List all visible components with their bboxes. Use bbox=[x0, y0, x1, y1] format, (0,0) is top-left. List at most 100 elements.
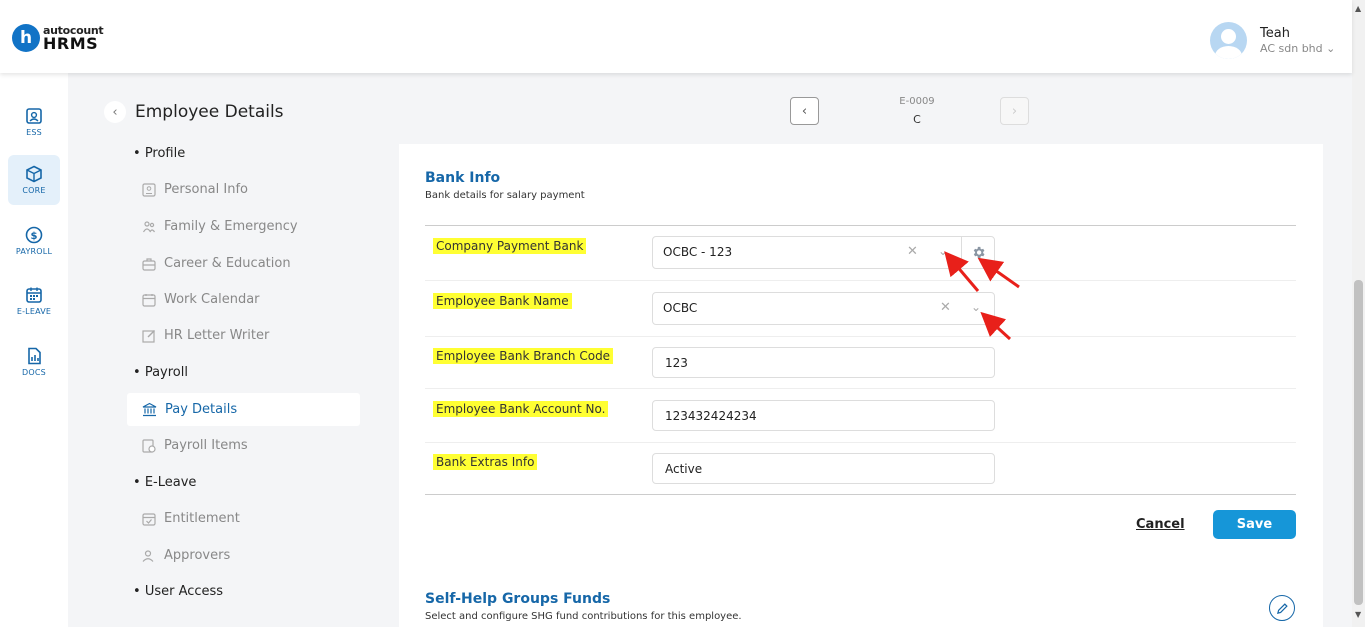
calendar-icon bbox=[26, 287, 42, 303]
edit-document-icon bbox=[142, 329, 155, 343]
nav-ess[interactable]: ESS bbox=[8, 97, 60, 147]
bank-info-card: Bank Info Bank details for salary paymen… bbox=[399, 144, 1323, 627]
employee-bank-name-select[interactable]: OCBC ✕ ⌄ bbox=[652, 292, 995, 325]
section-subtitle: Bank details for salary payment bbox=[425, 190, 585, 201]
branch-code-label: Employee Bank Branch Code bbox=[433, 348, 614, 364]
nav-eleave[interactable]: E-LEAVE bbox=[8, 276, 60, 326]
menu-section-label: Profile bbox=[144, 146, 186, 161]
clear-icon[interactable]: ✕ bbox=[907, 244, 918, 259]
document-chart-icon bbox=[28, 347, 41, 365]
branch-code-input[interactable]: 123 bbox=[652, 347, 995, 378]
svg-text:$: $ bbox=[31, 231, 38, 242]
shg-section-subtitle: Select and configure SHG fund contributi… bbox=[425, 611, 742, 622]
menu-section-eleave[interactable]: • E-Leave bbox=[133, 475, 196, 490]
page-scrollbar[interactable]: ▲ ▼ bbox=[1352, 0, 1365, 627]
calendar-check-icon bbox=[142, 512, 156, 526]
payroll-items-icon bbox=[142, 438, 156, 453]
chevron-right-icon: › bbox=[1011, 103, 1018, 119]
menu-item-family-emergency[interactable]: Family & Emergency bbox=[127, 210, 360, 243]
save-button[interactable]: Save bbox=[1213, 510, 1296, 539]
menu-item-label: Pay Details bbox=[165, 402, 238, 417]
chevron-left-icon: ‹ bbox=[112, 104, 118, 120]
edit-shg-button[interactable] bbox=[1269, 595, 1295, 621]
divider bbox=[425, 494, 1296, 495]
logo-badge: h bbox=[12, 24, 40, 52]
back-button[interactable]: ‹ bbox=[104, 101, 126, 123]
top-bar: h autocount HRMS Teah AC sdn bhd ⌄ bbox=[0, 0, 1352, 73]
nav-docs-label: DOCS bbox=[22, 368, 46, 377]
menu-section-user-access[interactable]: • User Access bbox=[133, 584, 223, 599]
briefcase-icon bbox=[142, 257, 156, 271]
nav-core[interactable]: CORE bbox=[8, 155, 60, 205]
menu-item-label: Family & Emergency bbox=[164, 219, 298, 234]
menu-item-career-education[interactable]: Career & Education bbox=[127, 247, 360, 280]
section-title: Bank Info bbox=[425, 170, 501, 186]
row-divider bbox=[425, 442, 1296, 443]
menu-section-label: E-Leave bbox=[144, 475, 197, 490]
company-payment-bank-select[interactable]: OCBC - 123 ✕ ⌄ bbox=[652, 236, 995, 269]
menu-item-label: Personal Info bbox=[164, 182, 248, 197]
scroll-thumb[interactable] bbox=[1354, 280, 1363, 605]
chevron-down-icon[interactable]: ⌄ bbox=[971, 300, 981, 314]
menu-item-label: Entitlement bbox=[164, 511, 240, 526]
logo-wordmark-bottom: HRMS bbox=[43, 33, 99, 53]
menu-item-work-calendar[interactable]: Work Calendar bbox=[127, 283, 360, 316]
nav-eleave-label: E-LEAVE bbox=[16, 307, 52, 316]
nav-payroll-label: PAYROLL bbox=[15, 247, 53, 256]
employee-bank-name-value: OCBC bbox=[663, 301, 698, 315]
app-logo[interactable]: h autocount HRMS bbox=[12, 24, 104, 53]
row-divider bbox=[425, 388, 1296, 389]
chevron-down-icon[interactable]: ⌄ bbox=[938, 244, 948, 258]
cube-icon bbox=[26, 165, 42, 183]
user-check-icon bbox=[142, 549, 154, 562]
bank-icon bbox=[142, 402, 157, 417]
family-icon bbox=[142, 220, 156, 232]
bank-extras-info-label: Bank Extras Info bbox=[433, 454, 538, 470]
menu-item-label: Work Calendar bbox=[164, 292, 260, 307]
menu-item-label: HR Letter Writer bbox=[164, 328, 270, 343]
nav-docs[interactable]: DOCS bbox=[8, 337, 60, 387]
bank-extras-info-input[interactable]: Active bbox=[652, 453, 995, 484]
menu-item-entitlement[interactable]: Entitlement bbox=[127, 502, 360, 535]
menu-item-approvers[interactable]: Approvers bbox=[127, 539, 360, 572]
row-divider bbox=[425, 336, 1296, 337]
menu-item-payroll-items[interactable]: Payroll Items bbox=[127, 429, 360, 462]
menu-section-profile[interactable]: • Profile bbox=[133, 146, 185, 161]
row-divider bbox=[425, 280, 1296, 281]
menu-item-label: Payroll Items bbox=[164, 438, 248, 453]
prev-record-button[interactable]: ‹ bbox=[790, 97, 819, 125]
company-selector[interactable]: AC sdn bhd ⌄ bbox=[1260, 42, 1335, 56]
settings-button[interactable] bbox=[961, 236, 995, 269]
scroll-down-icon[interactable]: ▼ bbox=[1355, 610, 1361, 619]
nav-ess-label: ESS bbox=[26, 128, 42, 137]
calendar-icon bbox=[142, 293, 156, 307]
employee-bank-name-label: Employee Bank Name bbox=[433, 293, 572, 309]
id-card-icon bbox=[142, 182, 156, 197]
menu-item-personal-info[interactable]: Personal Info bbox=[127, 173, 360, 206]
user-menu[interactable]: Teah AC sdn bhd ⌄ bbox=[1210, 22, 1335, 59]
account-no-label: Employee Bank Account No. bbox=[433, 401, 609, 417]
scroll-up-icon[interactable]: ▲ bbox=[1355, 4, 1361, 13]
pencil-icon bbox=[1276, 602, 1288, 614]
chevron-down-icon: ⌄ bbox=[1326, 41, 1336, 55]
avatar bbox=[1210, 22, 1247, 59]
portrait-icon bbox=[26, 108, 42, 124]
gear-icon bbox=[973, 246, 985, 259]
clear-icon[interactable]: ✕ bbox=[940, 300, 951, 315]
company-payment-bank-label: Company Payment Bank bbox=[433, 238, 587, 254]
menu-section-payroll[interactable]: • Payroll bbox=[133, 365, 188, 380]
nav-payroll[interactable]: $ PAYROLL bbox=[8, 216, 60, 266]
page-title: Employee Details bbox=[135, 102, 284, 122]
dollar-icon: $ bbox=[25, 226, 43, 244]
account-no-input[interactable]: 123432424234 bbox=[652, 400, 995, 431]
menu-item-hr-letter-writer[interactable]: HR Letter Writer bbox=[127, 319, 360, 352]
page-header: ‹ Employee Details bbox=[104, 101, 284, 123]
shg-section-title: Self-Help Groups Funds bbox=[425, 591, 611, 607]
record-name: C bbox=[913, 113, 921, 126]
menu-item-pay-details[interactable]: Pay Details bbox=[127, 393, 360, 426]
next-record-button[interactable]: › bbox=[1000, 97, 1029, 125]
cancel-button[interactable]: Cancel bbox=[1136, 517, 1185, 532]
left-nav: ESS CORE $ PAYROLL E-LEAVE DOCS bbox=[0, 73, 68, 627]
company-payment-bank-value: OCBC - 123 bbox=[663, 245, 733, 259]
company-name: AC sdn bhd bbox=[1260, 41, 1323, 55]
